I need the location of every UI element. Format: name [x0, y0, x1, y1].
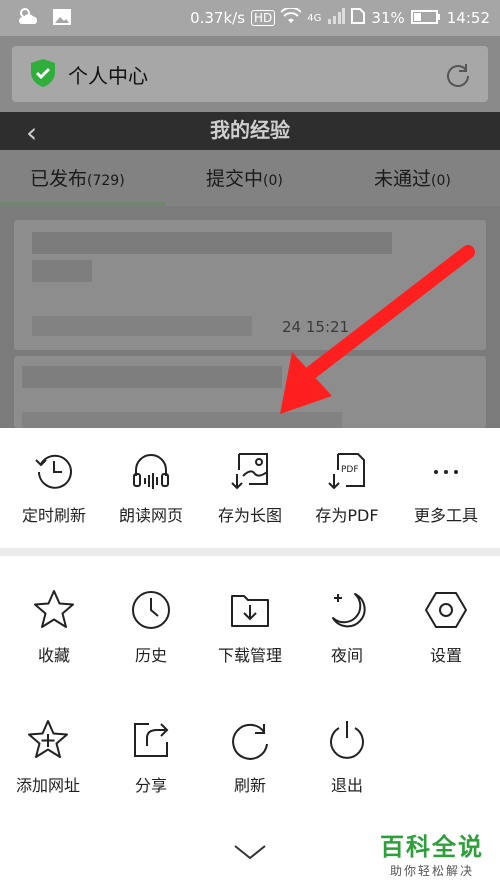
save-pdf-icon: PDF: [328, 453, 365, 490]
pdf-badge: PDF: [341, 465, 359, 475]
timer-refresh-icon: [35, 454, 72, 489]
blurred-title: [32, 260, 92, 282]
menu-save-pdf[interactable]: PDF 存为PDF: [297, 450, 397, 526]
tab-count: (0): [263, 173, 283, 189]
blurred-title: [32, 232, 392, 254]
blurred-meta: [32, 316, 252, 336]
menu-settings[interactable]: 设置: [396, 588, 496, 666]
download-icon: [231, 595, 269, 627]
menu-history[interactable]: 历史: [101, 588, 201, 666]
signal-icon: [327, 8, 346, 28]
blurred-title: [22, 366, 282, 388]
menu-label: 历史: [134, 646, 167, 665]
tab-bar: 已发布(729) 提交中(0) 未通过(0): [0, 150, 500, 206]
menu-night-mode[interactable]: 夜间: [297, 588, 397, 666]
menu-label: 夜间: [330, 646, 363, 665]
blurred-meta: [22, 412, 342, 428]
tab-submitting[interactable]: 提交中(0): [206, 164, 283, 191]
add-star-icon: [28, 720, 68, 758]
battery-percent: 31%: [371, 9, 405, 27]
menu-read-aloud[interactable]: 朗读网页: [101, 450, 201, 526]
network-type: 4G: [307, 12, 322, 24]
menu-more-tools[interactable]: 更多工具: [396, 450, 496, 526]
menu-label: 分享: [134, 776, 167, 795]
clock-time: 14:52: [446, 9, 490, 27]
menu-label: 设置: [429, 646, 462, 665]
hd-badge: HD: [251, 10, 276, 26]
list-item[interactable]: 24 15:21: [14, 220, 486, 350]
menu-label: 定时刷新: [21, 506, 86, 525]
watermark-title: 百科全说: [380, 833, 484, 861]
headphones-icon: [133, 454, 169, 489]
menu-save-long-image[interactable]: 存为长图: [200, 450, 300, 526]
wifi-icon: [280, 6, 303, 28]
moon-icon: [332, 593, 366, 628]
save-image-icon: [231, 453, 268, 490]
menu-label: 添加网址: [15, 776, 80, 795]
menu-add-bookmark[interactable]: 添加网址: [0, 718, 98, 796]
address-bar: 个人中心: [0, 36, 500, 112]
menu-refresh[interactable]: 刷新: [200, 718, 300, 796]
status-bar: 0.37k/s HD 4G 31% 14:52: [0, 0, 500, 36]
menu-label: 朗读网页: [118, 506, 183, 525]
menu-favorites[interactable]: 收藏: [4, 588, 104, 666]
clock-icon: [132, 591, 170, 629]
tab-count: (0): [431, 173, 451, 189]
sim-icon: [351, 8, 366, 28]
page-header: ‹ 我的经验: [0, 112, 500, 150]
tab-label: 已发布: [30, 168, 88, 190]
address-title: 个人中心: [68, 64, 148, 88]
page-title: 我的经验: [210, 118, 290, 142]
menu-label: 收藏: [37, 646, 70, 665]
watermark: 百科全说 助你轻松解决: [380, 827, 484, 879]
power-icon: [330, 721, 364, 759]
tab-rejected[interactable]: 未通过(0): [374, 164, 451, 191]
menu-label: 更多工具: [413, 506, 478, 525]
list-item[interactable]: [14, 356, 486, 428]
tab-published[interactable]: 已发布(729): [30, 164, 125, 191]
menu-label: 退出: [330, 776, 363, 795]
gallery-icon: [52, 8, 72, 30]
tab-count: (729): [87, 173, 125, 189]
refresh-icon: [232, 723, 268, 760]
menu-label: 存为长图: [217, 506, 282, 525]
tab-label: 提交中: [206, 168, 264, 190]
watermark-subtitle: 助你轻松解决: [389, 864, 474, 878]
chevron-down-icon[interactable]: [232, 842, 268, 862]
menu-label: 下载管理: [217, 646, 282, 665]
menu-downloads[interactable]: 下载管理: [200, 588, 300, 666]
menu-divider: [0, 548, 500, 556]
menu-timer-refresh[interactable]: 定时刷新: [4, 450, 104, 526]
more-icon: [434, 470, 458, 474]
settings-icon: [425, 592, 467, 628]
weather-icon: [16, 6, 40, 32]
tab-label: 未通过: [374, 168, 432, 190]
item-timestamp: 24 15:21: [282, 318, 350, 336]
menu-share[interactable]: 分享: [101, 718, 201, 796]
battery-icon: [410, 9, 441, 28]
tools-menu-sheet: 定时刷新 朗读网页 存为长图 PDF 存为PDF 更多工具 收藏 历史 下载管理…: [0, 428, 500, 889]
refresh-icon[interactable]: [444, 60, 472, 92]
star-icon: [34, 590, 74, 628]
experience-list: 24 15:21: [0, 206, 500, 428]
network-speed: 0.37k/s: [190, 9, 246, 27]
menu-label: 刷新: [233, 776, 266, 795]
menu-exit[interactable]: 退出: [297, 718, 397, 796]
menu-label: 存为PDF: [315, 506, 379, 525]
share-icon: [134, 723, 169, 757]
shield-icon: [30, 58, 56, 92]
address-box[interactable]: 个人中心: [12, 46, 488, 102]
